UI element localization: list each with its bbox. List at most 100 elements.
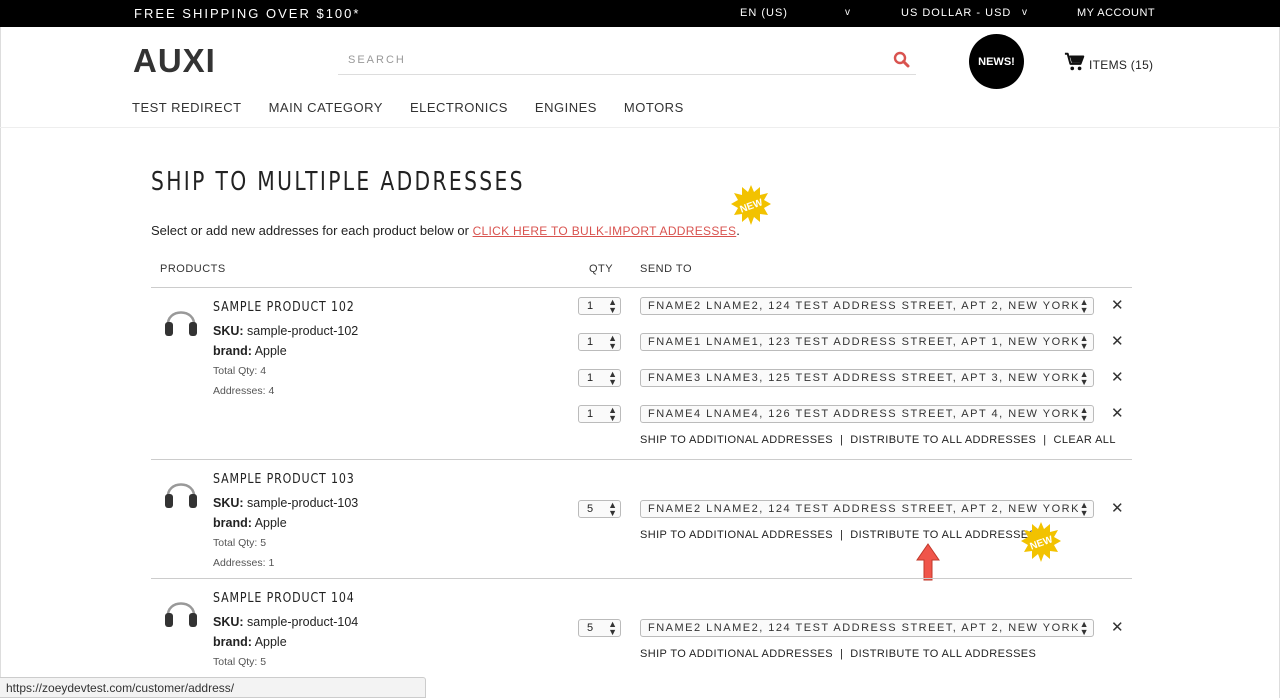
separator: | xyxy=(839,529,844,541)
brand-value: Apple xyxy=(254,635,287,649)
cart-button[interactable]: ITEMS (15) xyxy=(1064,51,1153,78)
divider xyxy=(151,287,1132,288)
remove-address-button[interactable]: ✕ xyxy=(1111,332,1124,350)
new-badge: NEW xyxy=(1021,522,1061,562)
divider xyxy=(0,127,1280,128)
select-arrows-icon: ▲ ▼ xyxy=(608,369,617,387)
select-arrows-icon: ▲ ▼ xyxy=(608,333,617,351)
nav-item-engines[interactable]: ENGINES xyxy=(535,100,597,115)
qty-select[interactable]: 1 ▲ ▼ xyxy=(578,405,621,423)
brand-value: Apple xyxy=(254,344,287,358)
nav-item-main-category[interactable]: MAIN CATEGORY xyxy=(269,100,383,115)
remove-address-button[interactable]: ✕ xyxy=(1111,296,1124,314)
brand-label: brand: xyxy=(213,344,252,358)
bulk-import-link[interactable]: CLICK HERE TO BULK-IMPORT ADDRESSES xyxy=(473,224,737,238)
headphones-icon[interactable] xyxy=(163,300,199,345)
sku-value: sample-product-104 xyxy=(247,615,359,629)
headphones-icon[interactable] xyxy=(163,472,199,517)
currency-selector[interactable]: US DOLLAR - USD xyxy=(901,7,1011,19)
remove-address-button[interactable]: ✕ xyxy=(1111,368,1124,386)
select-arrows-icon: ▲ ▼ xyxy=(1079,619,1090,637)
main-nav: TEST REDIRECT MAIN CATEGORY ELECTRONICS … xyxy=(132,100,711,115)
address-actions: SHIP TO ADDITIONAL ADDRESSES | DISTRIBUTE … xyxy=(640,529,1036,541)
qty-select[interactable]: 1 ▲ ▼ xyxy=(578,297,621,315)
select-arrows-icon: ▲ ▼ xyxy=(1079,297,1090,315)
brand-value: Apple xyxy=(254,516,287,530)
address-select[interactable]: FNAME2 LNAME2, 124 TEST ADDRESS STREET, … xyxy=(640,500,1094,518)
qty-select[interactable]: 5 ▲ ▼ xyxy=(578,500,621,518)
address-value: FNAME1 LNAME1, 123 TEST ADDRESS STREET, … xyxy=(648,336,1078,348)
select-arrows-icon: ▲ ▼ xyxy=(608,297,617,315)
ship-additional-link[interactable]: SHIP TO ADDITIONAL ADDRESSES xyxy=(640,529,833,541)
new-badge: NEW xyxy=(731,185,771,225)
select-arrows-icon: ▲ ▼ xyxy=(1079,333,1090,351)
nav-item-electronics[interactable]: ELECTRONICS xyxy=(410,100,508,115)
address-value: FNAME4 LNAME4, 126 TEST ADDRESS STREET, … xyxy=(648,408,1078,420)
sku-label: SKU: xyxy=(213,615,244,629)
ship-additional-link[interactable]: SHIP TO ADDITIONAL ADDRESSES xyxy=(640,648,833,660)
qty-select[interactable]: 1 ▲ ▼ xyxy=(578,369,621,387)
address-select[interactable]: FNAME3 LNAME3, 125 TEST ADDRESS STREET, … xyxy=(640,369,1094,387)
qty-value: 5 xyxy=(587,503,594,515)
sku-value: sample-product-102 xyxy=(247,324,359,338)
my-account-link[interactable]: MY ACCOUNT xyxy=(1077,7,1155,19)
col-products: PRODUCTS xyxy=(160,263,226,275)
chevron-down-icon[interactable]: v xyxy=(1022,7,1027,18)
address-select[interactable]: FNAME1 LNAME1, 123 TEST ADDRESS STREET, … xyxy=(640,333,1094,351)
news-button[interactable]: NEWS! xyxy=(969,34,1024,89)
remove-address-button[interactable]: ✕ xyxy=(1111,404,1124,422)
product-brand: brand: Apple xyxy=(213,635,287,649)
sku-label: SKU: xyxy=(213,324,244,338)
chevron-down-icon[interactable]: v xyxy=(845,7,850,18)
headphones-icon[interactable] xyxy=(163,591,199,636)
address-value: FNAME2 LNAME2, 124 TEST ADDRESS STREET, … xyxy=(648,503,1078,515)
sku-label: SKU: xyxy=(213,496,244,510)
qty-select[interactable]: 5 ▲ ▼ xyxy=(578,619,621,637)
search-bar xyxy=(338,46,916,75)
divider xyxy=(151,459,1132,460)
address-value: FNAME2 LNAME2, 124 TEST ADDRESS STREET, … xyxy=(648,300,1078,312)
product-name[interactable]: SAMPLE PRODUCT 103 xyxy=(213,472,355,487)
select-arrows-icon: ▲ ▼ xyxy=(1079,369,1090,387)
brand-label: brand: xyxy=(213,516,252,530)
distribute-all-link[interactable]: DISTRIBUTE TO ALL ADDRESSES xyxy=(850,648,1036,660)
distribute-all-link[interactable]: DISTRIBUTE TO ALL ADDRESSES xyxy=(850,529,1036,541)
address-select[interactable]: FNAME2 LNAME2, 124 TEST ADDRESS STREET, … xyxy=(640,297,1094,315)
product-brand: brand: Apple xyxy=(213,344,287,358)
col-qty: QTY xyxy=(589,263,614,275)
product-name[interactable]: SAMPLE PRODUCT 104 xyxy=(213,591,355,606)
qty-value: 1 xyxy=(587,408,594,420)
separator: | xyxy=(1043,434,1047,446)
select-arrows-icon: ▲ ▼ xyxy=(1079,500,1090,518)
nav-item-motors[interactable]: MOTORS xyxy=(624,100,684,115)
remove-address-button[interactable]: ✕ xyxy=(1111,499,1124,517)
search-icon[interactable] xyxy=(892,50,912,70)
ship-additional-link[interactable]: SHIP TO ADDITIONAL ADDRESSES xyxy=(640,434,833,446)
address-select[interactable]: FNAME4 LNAME4, 126 TEST ADDRESS STREET, … xyxy=(640,405,1094,423)
address-select[interactable]: FNAME2 LNAME2, 124 TEST ADDRESS STREET, … xyxy=(640,619,1094,637)
address-value: FNAME3 LNAME3, 125 TEST ADDRESS STREET, … xyxy=(648,372,1078,384)
language-selector[interactable]: EN (US) xyxy=(740,7,788,19)
remove-address-button[interactable]: ✕ xyxy=(1111,618,1124,636)
product-name[interactable]: SAMPLE PRODUCT 102 xyxy=(213,300,355,315)
product-sku: SKU: sample-product-104 xyxy=(213,615,358,629)
cart-items-count: ITEMS (15) xyxy=(1089,57,1154,72)
nav-item-test-redirect[interactable]: TEST REDIRECT xyxy=(132,100,242,115)
select-arrows-icon: ▲ ▼ xyxy=(608,500,617,518)
total-qty: Total Qty: 4 xyxy=(213,365,267,377)
clear-all-link[interactable]: CLEAR ALL xyxy=(1054,434,1116,446)
select-arrows-icon: ▲ ▼ xyxy=(608,619,617,637)
browser-status-bar: https://zoeydevtest.com/customer/address… xyxy=(0,677,426,698)
product-brand: brand: Apple xyxy=(213,516,287,530)
qty-select[interactable]: 1 ▲ ▼ xyxy=(578,333,621,351)
page-title: SHIP TO MULTIPLE ADDRESSES xyxy=(151,167,525,197)
top-bar: FREE SHIPPING OVER $100* EN (US) v US DO… xyxy=(0,0,1280,27)
select-arrows-icon: ▲ ▼ xyxy=(608,405,617,423)
addresses-count: Addresses: 4 xyxy=(213,385,275,397)
distribute-all-link[interactable]: DISTRIBUTE TO ALL ADDRESSES xyxy=(850,434,1036,446)
address-actions: SHIP TO ADDITIONAL ADDRESSES | DISTRIBUTE … xyxy=(640,648,1036,660)
qty-value: 1 xyxy=(587,336,594,348)
addresses-count: Addresses: 1 xyxy=(213,557,275,569)
site-logo[interactable]: AUXI xyxy=(133,42,216,80)
search-input[interactable] xyxy=(338,46,858,74)
